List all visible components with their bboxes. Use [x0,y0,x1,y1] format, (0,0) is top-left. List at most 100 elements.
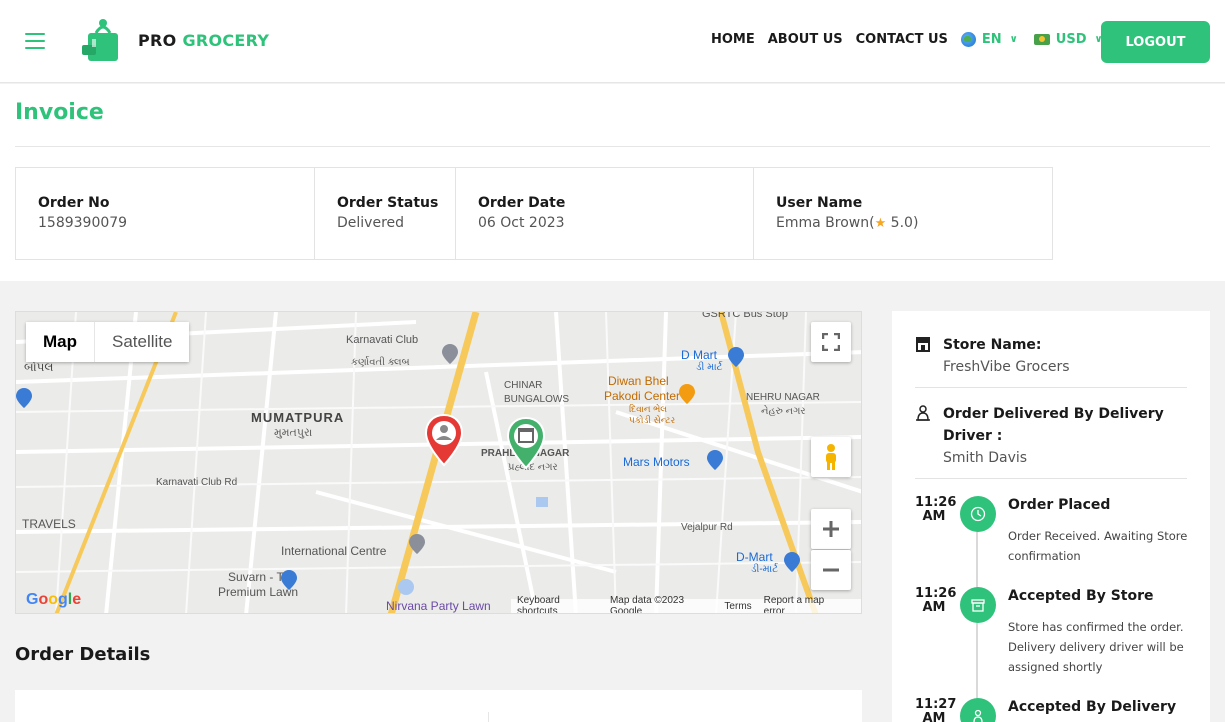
terms-link[interactable]: Terms [724,601,751,612]
google-logo: Google [26,591,82,608]
timeline-time: 11:26 AM [915,495,957,524]
invoice-section: Invoice Order No 1589390079 Order Status… [0,84,1225,281]
map-label-bungalows: BUNGALOWS [504,394,570,405]
order-details-box [15,690,862,722]
map-label-diwan-gu: દિવાન ભેલ પકોડી સેન્ટર [629,404,676,425]
map-label-karnavati-club: Karnavati Club [346,334,419,346]
logout-button[interactable]: LOGOUT [1101,21,1210,63]
timeline-title: Accepted By Store [1008,588,1154,604]
chevron-down-icon: ∨ [1009,34,1018,45]
timeline-time: 11:27 AM [915,697,957,722]
user-location-pin-icon[interactable] [424,413,464,467]
map-data-text: Map data ©2023 Google [609,595,685,614]
map-label-karnavati-club-rd: Karnavati Club Rd [156,477,238,488]
store-location-pin-icon[interactable] [506,416,546,470]
order-date-label: Order Date [478,195,566,211]
timeline-title: Accepted By Delivery [1008,699,1177,715]
language-value: EN [981,32,1002,47]
order-status-cell: Order Status Delivered [315,168,456,259]
money-icon [1033,34,1050,45]
order-tracking-panel: Store Name: FreshVibe Grocers Order Deli… [892,311,1210,722]
brand-grocery: GROCERY [182,30,270,50]
brand-logo[interactable]: PRO GROCERY [78,15,269,65]
map-type-satellite-button[interactable]: Satellite [95,322,190,362]
poi-pin-icon[interactable] [16,388,32,408]
map-type-toggle: Map Satellite [26,322,190,362]
store-name-value: FreshVibe Grocers [943,359,1070,375]
map-label-intl-centre: International Centre [281,544,387,558]
delivery-map[interactable]: બોપલ Karnavati Club કર્ણાવતી ક્લબ MUMATP… [15,311,862,614]
map-label-nehru-gu: નેહરુ નગર [761,406,806,417]
map-label-mumatpura-gu: મુમતપુરા [274,427,313,439]
language-selector[interactable]: EN ∨ [960,32,1018,47]
map-label-nirvana: Nirvana Party Lawn [386,599,491,613]
user-name-value: Emma Brown(★ 5.0) [776,215,1030,231]
restaurant-icon[interactable] [679,384,695,404]
map-label-d-mart: D Mart [681,348,717,362]
store-icon [960,587,996,623]
poi-pin-icon[interactable] [442,344,458,364]
map-label-travels: TRAVELS [22,517,76,531]
fullscreen-icon[interactable] [811,322,851,362]
currency-value: USD [1055,32,1087,47]
shopping-cart-icon[interactable] [728,347,744,367]
nav-contact-us[interactable]: CONTACT US [856,32,948,47]
order-details-title: Order Details [15,644,151,665]
venue-icon[interactable] [281,570,297,590]
driver-label: Order Delivered By Delivery Driver : [943,406,1164,444]
map-label-nehru-nagar: NEHRU NAGAR [746,392,820,403]
store-name-label: Store Name: [943,337,1042,353]
timeline-title: Order Placed [1008,497,1111,513]
driver-info: Order Delivered By Delivery Driver : Smi… [915,403,1187,469]
timeline-time: 11:26 AM [915,586,957,615]
user-name-text: Emma Brown( [776,215,875,231]
star-icon: ★ [874,216,887,231]
divider [915,478,1187,479]
order-no-value: 1589390079 [38,215,128,231]
car-dealer-icon[interactable] [707,450,723,470]
map-label-vejalpur: Vejalpur Rd [681,522,733,533]
map-label-mars-motors: Mars Motors [623,455,690,469]
clock-icon [960,496,996,532]
pegman-street-view-icon[interactable] [811,437,851,477]
map-label-diwan-bhel: Diwan Bhel [608,374,669,388]
store-info: Store Name: FreshVibe Grocers [915,334,1187,378]
order-no-label: Order No [38,195,110,211]
keyboard-shortcuts-link[interactable]: Keyboard shortcuts [517,595,598,613]
map-label-d-mart-2: D-Mart [736,550,773,564]
report-map-error-link[interactable]: Report a map error [764,595,843,613]
timeline-description: Store has confirmed the order. Delivery … [1008,620,1184,674]
divider [915,387,1187,388]
store-icon [916,337,930,352]
map-type-map-button[interactable]: Map [26,322,95,362]
map-label-chinar: CHINAR [504,380,543,391]
order-date-cell: Order Date 06 Oct 2023 [456,168,754,259]
map-label-pakodi-center: Pakodi Center [604,389,681,403]
driver-icon [960,698,996,722]
map-label-gsrtc: GSRTC Bus Stop [702,311,788,320]
map-label-karnavati-club-gu: કર્ણાવતી ક્લબ [351,357,410,368]
page-title: Invoice [15,100,104,125]
globe-icon [960,32,976,47]
main-nav: HOME ABOUT US CONTACT US EN ∨ USD ∨ [711,32,1119,47]
currency-selector[interactable]: USD ∨ [1033,32,1103,47]
zoom-in-icon[interactable] [811,509,851,549]
user-rating-suffix: ) [912,215,919,231]
map-label-mumatpura: MUMATPURA [251,410,345,425]
nav-about-us[interactable]: ABOUT US [768,32,843,47]
invoice-info-table: Order No 1589390079 Order Status Deliver… [15,167,1053,260]
driver-name-value: Smith Davis [943,450,1028,466]
zoom-out-icon[interactable] [811,550,851,590]
map-label-d-mart-2-gu: ડી-માર્ટ [751,564,779,575]
order-status-value: Delivered [337,215,405,231]
poi-pin-icon[interactable] [409,534,425,554]
divider [488,712,489,722]
brand-pro: PRO [138,30,177,50]
hamburger-menu-icon[interactable] [25,33,45,49]
nav-home[interactable]: HOME [711,32,755,47]
user-name-label: User Name [776,195,863,211]
order-date-value: 06 Oct 2023 [478,215,565,231]
shopping-cart-icon[interactable] [784,552,800,572]
user-rating: 5.0 [890,215,913,231]
delivery-driver-icon [916,405,930,421]
